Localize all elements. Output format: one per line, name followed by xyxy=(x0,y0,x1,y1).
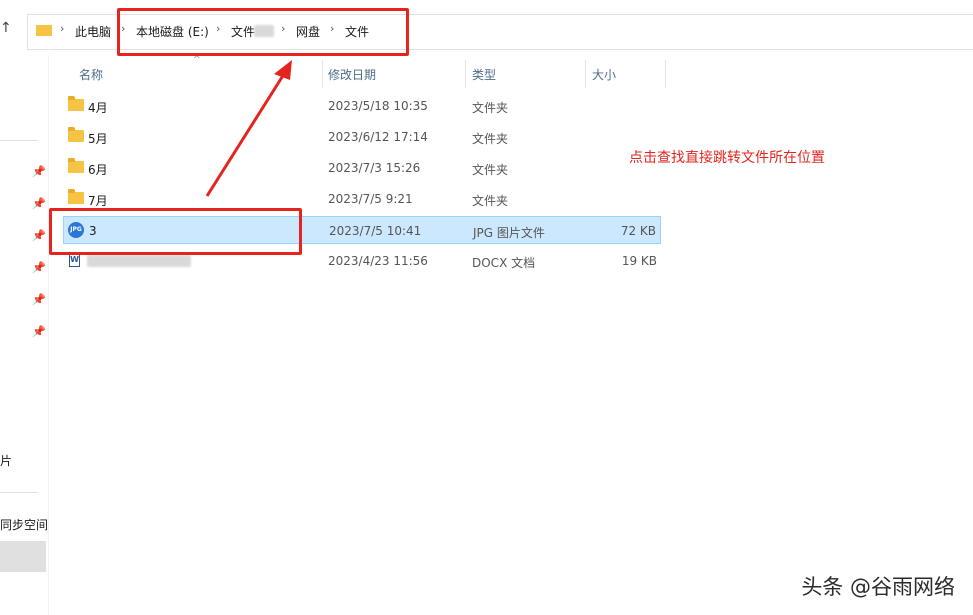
annotation-arrow-icon xyxy=(205,60,292,197)
watermark: 头条 @谷雨网络 xyxy=(801,575,955,599)
annotation-note: 点击查找直接跳转文件所在位置 xyxy=(629,150,825,166)
